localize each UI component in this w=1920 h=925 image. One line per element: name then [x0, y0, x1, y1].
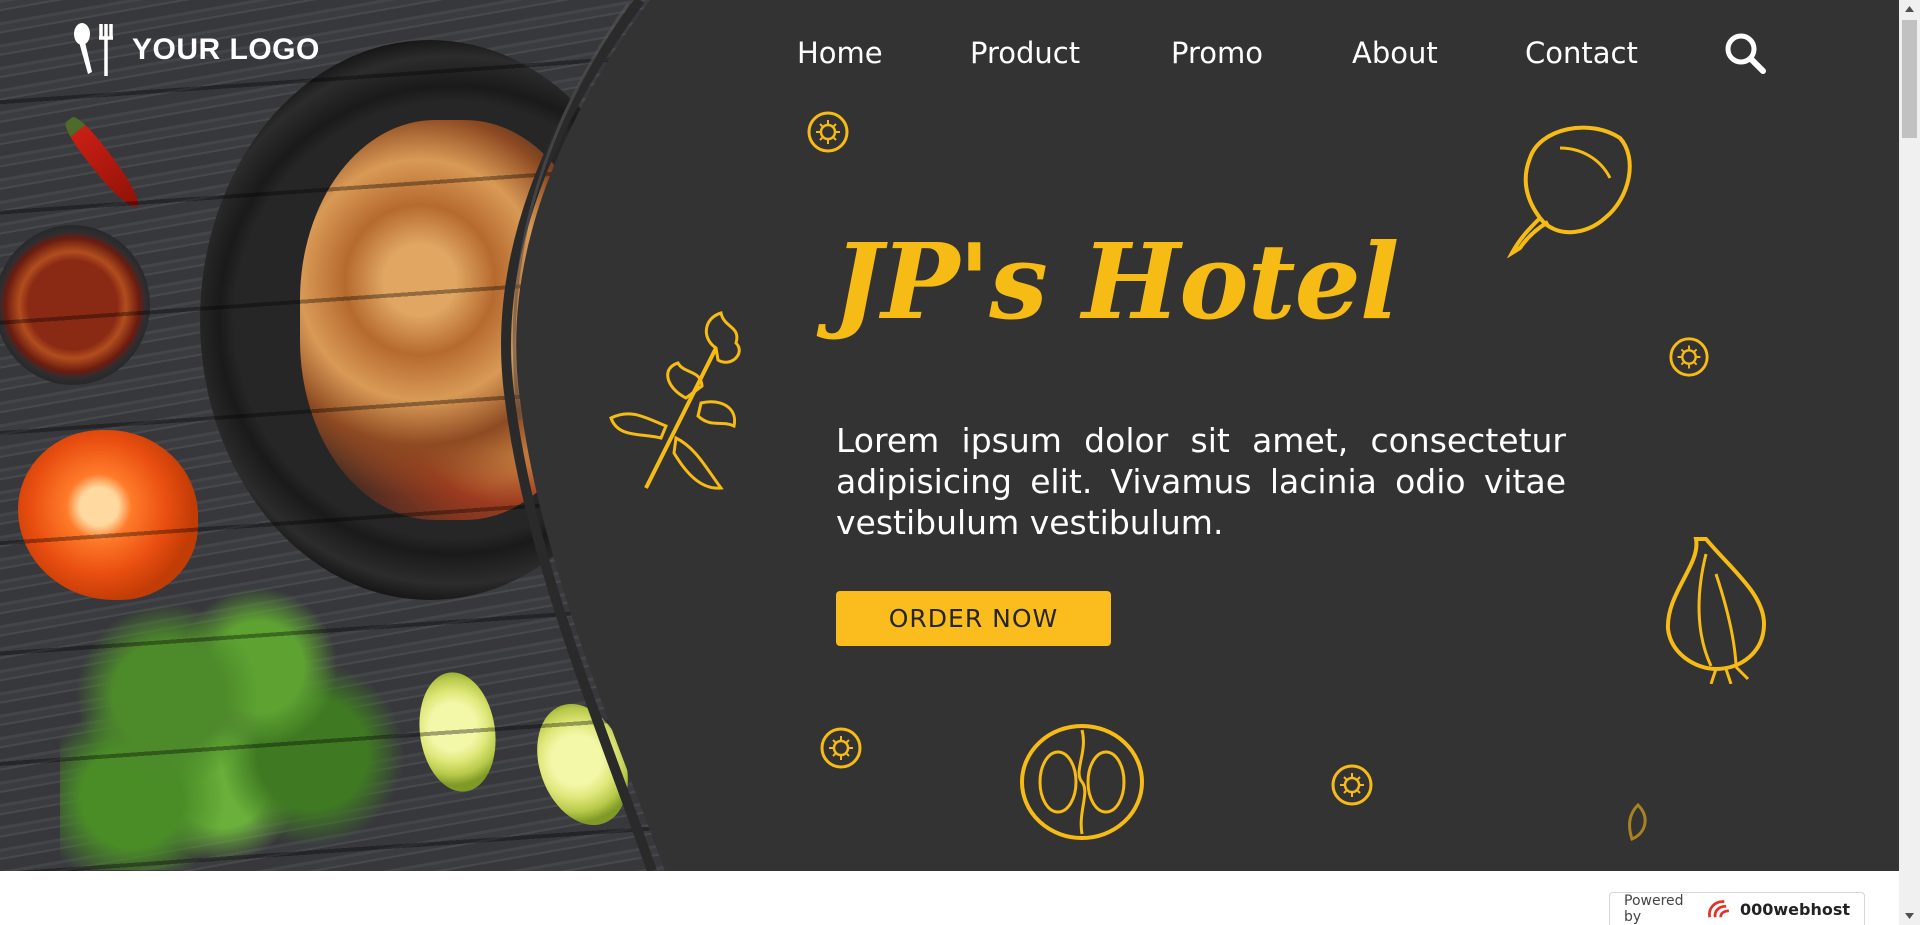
nav-item-product[interactable]: Product — [970, 36, 1080, 70]
sun-doodle-icon — [1669, 337, 1709, 377]
parsley-doodle-icon — [609, 311, 741, 490]
hero-section: YOUR LOGO Home Product Promo About Conta… — [0, 0, 1899, 871]
scrollbar-thumb[interactable] — [1902, 20, 1917, 138]
nav-item-contact[interactable]: Contact — [1525, 36, 1638, 70]
site-logo[interactable]: YOUR LOGO — [68, 22, 320, 78]
nav-item-about[interactable]: About — [1352, 36, 1438, 70]
nav-item-promo[interactable]: Promo — [1171, 36, 1263, 70]
sun-doodle-icon — [820, 727, 862, 769]
page-title: JP's Hotel — [833, 220, 1399, 343]
nav-item-home[interactable]: Home — [797, 36, 883, 70]
search-icon[interactable] — [1724, 32, 1766, 74]
sun-doodle-icon — [807, 111, 849, 153]
webhost-logo-icon — [1708, 900, 1730, 918]
scroll-down-arrow-icon[interactable] — [1899, 907, 1920, 925]
webhost-brand: 000webhost — [1739, 899, 1850, 919]
hero-description: Lorem ipsum dolor sit amet, consectetur … — [836, 421, 1566, 542]
garlic-doodle-icon — [1665, 537, 1767, 684]
sun-doodle-icon — [1331, 764, 1373, 806]
vertical-scrollbar[interactable] — [1899, 0, 1920, 925]
fork-spoon-icon — [74, 23, 113, 76]
powered-by-label: Powered by — [1624, 893, 1684, 925]
tomato-doodle-icon — [1020, 724, 1144, 840]
logo-text: YOUR LOGO — [132, 33, 320, 66]
powered-by-badge[interactable]: Powered by 000webhost — [1609, 892, 1865, 925]
pepper-doodle-icon — [1507, 125, 1632, 258]
leaf-doodle-icon — [1628, 803, 1647, 841]
scroll-up-arrow-icon[interactable] — [1899, 0, 1920, 18]
order-now-button[interactable]: ORDER NOW — [836, 591, 1111, 646]
